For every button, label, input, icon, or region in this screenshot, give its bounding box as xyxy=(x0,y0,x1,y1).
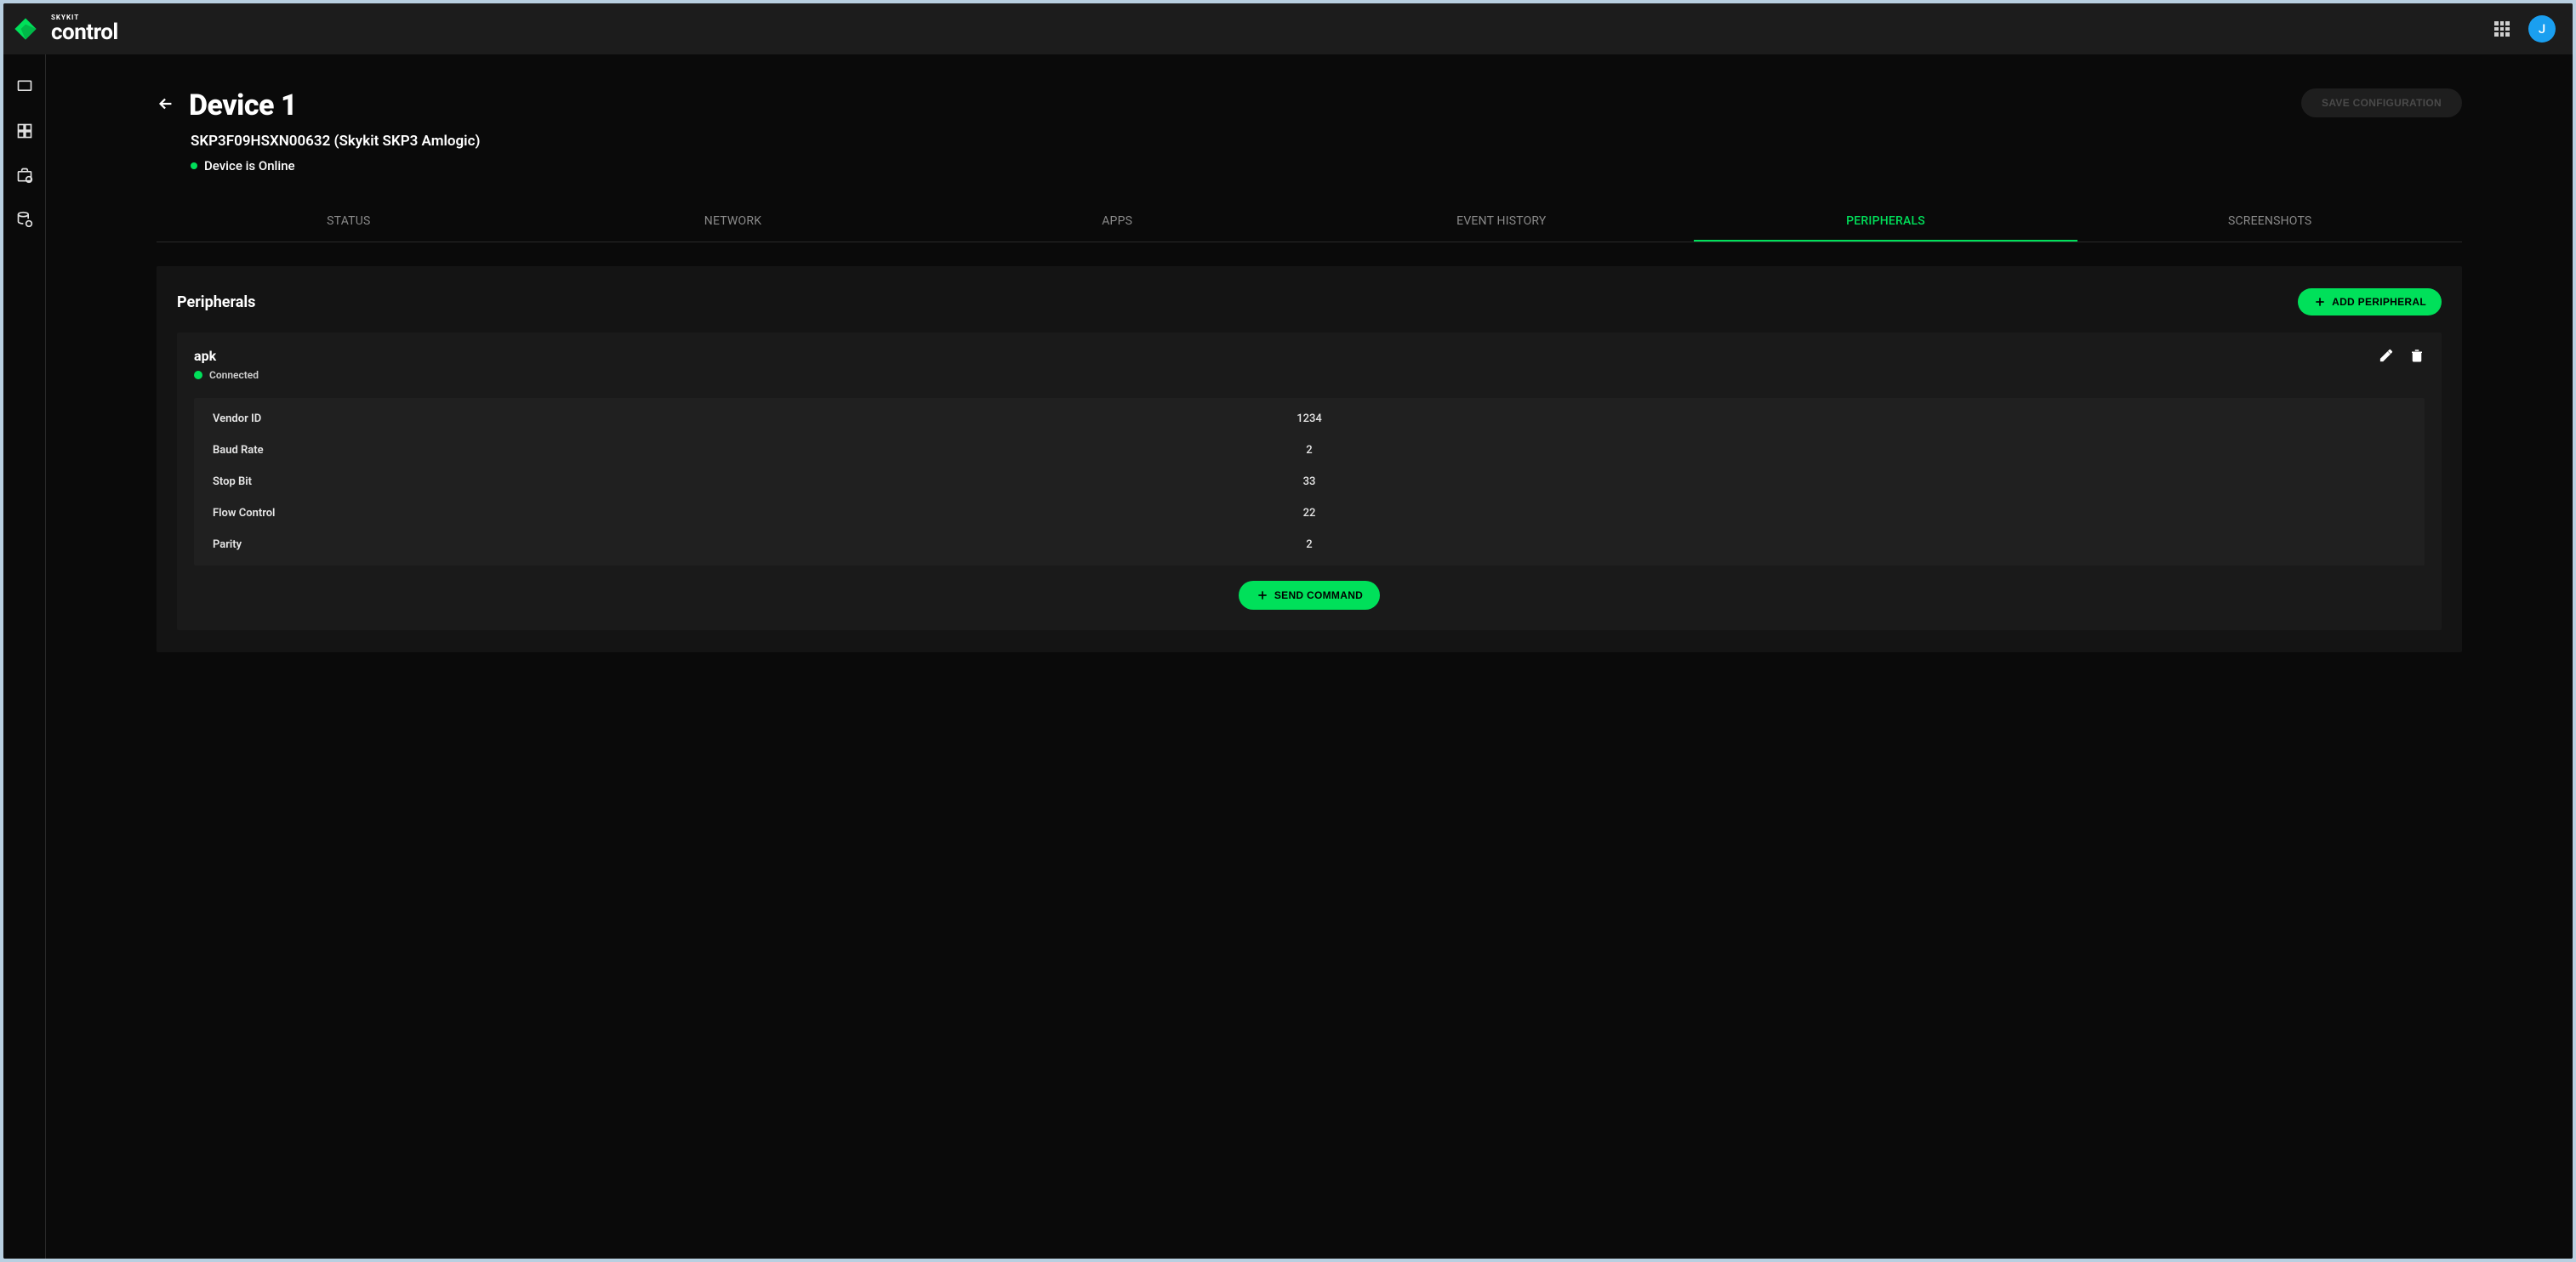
page-header-row: Device 1 SAVE CONFIGURATION xyxy=(157,88,2462,122)
database-icon xyxy=(16,211,33,228)
tab-status[interactable]: STATUS xyxy=(157,202,541,242)
peripheral-status: Connected xyxy=(194,369,259,381)
property-value: 33 xyxy=(1267,475,1352,488)
header-actions: J xyxy=(2494,15,2556,43)
property-key: Vendor ID xyxy=(213,412,1267,425)
logo-text: SKYKIT control xyxy=(51,14,118,43)
delete-peripheral-button[interactable] xyxy=(2409,348,2425,367)
property-key: Stop Bit xyxy=(213,475,1267,488)
app-window: SKYKIT control J xyxy=(3,3,2573,1259)
edit-peripheral-button[interactable] xyxy=(2379,348,2394,367)
property-value: 22 xyxy=(1267,507,1352,520)
property-key: Parity xyxy=(213,538,1267,551)
grid-icon xyxy=(16,122,33,139)
peripheral-status-label: Connected xyxy=(209,369,259,381)
status-dot-icon xyxy=(191,162,197,169)
tab-screenshots[interactable]: SCREENSHOTS xyxy=(2077,202,2462,242)
product-label: control xyxy=(51,21,118,43)
property-row: Flow Control 22 xyxy=(194,497,2425,529)
panel-title: Peripherals xyxy=(177,293,255,311)
property-row: Parity 2 xyxy=(194,529,2425,560)
plus-icon xyxy=(1256,588,1269,602)
property-key: Flow Control xyxy=(213,507,1267,520)
tab-event-history[interactable]: EVENT HISTORY xyxy=(1309,202,1694,242)
property-row: Baud Rate 2 xyxy=(194,435,2425,466)
sidebar-item-database[interactable] xyxy=(11,206,38,233)
property-row: Vendor ID 1234 xyxy=(194,403,2425,435)
pencil-icon xyxy=(2379,348,2394,363)
briefcase-clock-icon xyxy=(16,167,33,184)
page-title: Device 1 xyxy=(189,88,297,122)
plus-icon xyxy=(2313,295,2327,309)
peripherals-panel: Peripherals ADD PERIPHERAL apk xyxy=(157,266,2462,652)
tab-peripherals[interactable]: PERIPHERALS xyxy=(1694,202,2078,242)
peripheral-status-dot-icon xyxy=(194,371,202,379)
property-key: Baud Rate xyxy=(213,444,1267,457)
property-row: Stop Bit 33 xyxy=(194,466,2425,497)
user-avatar[interactable]: J xyxy=(2528,15,2556,43)
back-button[interactable] xyxy=(157,94,175,117)
main-content: Device 1 SAVE CONFIGURATION SKP3F09HSXN0… xyxy=(46,54,2573,1259)
device-status: Device is Online xyxy=(191,158,2462,173)
apps-grid-icon[interactable] xyxy=(2494,21,2510,37)
arrow-left-icon xyxy=(157,94,175,113)
send-command-label: SEND COMMAND xyxy=(1274,589,1363,601)
device-tabs: STATUS NETWORK APPS EVENT HISTORY PERIPH… xyxy=(157,202,2462,242)
trash-icon xyxy=(2409,348,2425,363)
sidebar-item-display[interactable] xyxy=(11,73,38,100)
tab-network[interactable]: NETWORK xyxy=(541,202,926,242)
skykit-logo-icon xyxy=(10,14,41,44)
save-configuration-button[interactable]: SAVE CONFIGURATION xyxy=(2301,88,2462,117)
device-status-label: Device is Online xyxy=(204,158,295,173)
add-peripheral-label: ADD PERIPHERAL xyxy=(2332,296,2426,308)
property-value: 2 xyxy=(1267,538,1352,551)
send-command-button[interactable]: SEND COMMAND xyxy=(1239,581,1380,610)
avatar-initial: J xyxy=(2539,21,2545,37)
peripheral-name: apk xyxy=(194,348,259,364)
device-id-line: SKP3F09HSXN00632 (Skykit SKP3 Amlogic) xyxy=(191,133,2462,150)
top-header: SKYKIT control J xyxy=(3,3,2573,54)
peripheral-card: apk Connected xyxy=(177,333,2442,630)
peripheral-properties: Vendor ID 1234 Baud Rate 2 Stop Bit 33 xyxy=(194,398,2425,566)
tab-apps[interactable]: APPS xyxy=(925,202,1309,242)
sidebar-item-schedule[interactable] xyxy=(11,162,38,189)
left-sidebar xyxy=(3,54,46,1259)
sidebar-item-dashboard[interactable] xyxy=(11,117,38,145)
property-value: 1234 xyxy=(1267,412,1352,425)
logo[interactable]: SKYKIT control xyxy=(10,14,118,44)
property-value: 2 xyxy=(1267,444,1352,457)
add-peripheral-button[interactable]: ADD PERIPHERAL xyxy=(2298,288,2442,316)
monitor-icon xyxy=(16,78,33,95)
